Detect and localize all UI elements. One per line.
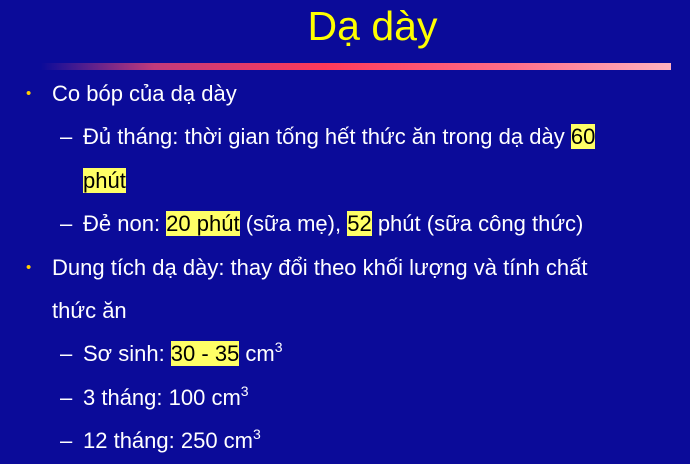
sub-item-text: Đẻ non: (83, 211, 167, 237)
unit-text: cm (239, 341, 275, 367)
highlight-value: 20 phút (166, 211, 240, 237)
highlight-unit: phút (83, 167, 126, 193)
sub-item-12-months: – 12 tháng: 250 cm3 (0, 419, 690, 462)
highlight-value: 52 (347, 211, 372, 237)
bullet-text: thức ăn (52, 297, 127, 323)
dash-marker: – (60, 211, 73, 237)
sub-item-text: Sơ sinh: (83, 341, 171, 367)
sub-item-text: 3 tháng: 100 cm (83, 384, 241, 410)
bullet-item-capacity-continued: thức ăn (0, 289, 690, 332)
sub-item-text: 12 tháng: 250 cm (83, 428, 254, 454)
unit-exponent: 3 (240, 382, 249, 399)
slide-title: Dạ dày (307, 3, 438, 49)
sub-item-text: (sữa mẹ), (239, 211, 348, 237)
sub-item-full-term-continued: phút (0, 159, 690, 202)
bullet-dot-icon: • (26, 258, 32, 276)
sub-item-full-term: – Đủ tháng: thời gian tống hết thức ăn t… (0, 115, 690, 158)
unit-exponent: 3 (274, 339, 283, 356)
dash-marker: – (60, 384, 73, 410)
bullet-item-contraction: • Co bóp của dạ dày (0, 72, 690, 115)
unit-exponent: 3 (253, 426, 261, 443)
title-divider (41, 63, 671, 70)
highlight-value: 60 (570, 124, 596, 150)
sub-item-newborn: – Sơ sinh: 30 - 35 cm3 (0, 332, 690, 375)
slide-body: • Co bóp của dạ dày – Đủ tháng: thời gia… (0, 72, 690, 463)
sub-item-text: Đủ tháng: thời gian tống hết thức ăn tro… (83, 124, 571, 150)
bullet-dot-icon: • (26, 85, 32, 102)
sub-item-text: phút (sữa công thức) (371, 211, 584, 237)
sub-item-premature: – Đẻ non: 20 phút (sữa mẹ), 52 phút (sữa… (0, 202, 690, 245)
bullet-item-capacity: • Dung tích dạ dày: thay đổi theo khối l… (0, 246, 690, 289)
bullet-text: Dung tích dạ dày: thay đổi theo khối lượ… (52, 254, 588, 280)
dash-marker: – (60, 124, 73, 150)
bullet-text: Co bóp của dạ dày (52, 81, 237, 106)
sub-item-3-months: – 3 tháng: 100 cm3 (0, 376, 690, 419)
dash-marker: – (60, 341, 73, 367)
highlight-value: 30 - 35 (170, 341, 240, 367)
dash-marker: – (60, 428, 73, 454)
